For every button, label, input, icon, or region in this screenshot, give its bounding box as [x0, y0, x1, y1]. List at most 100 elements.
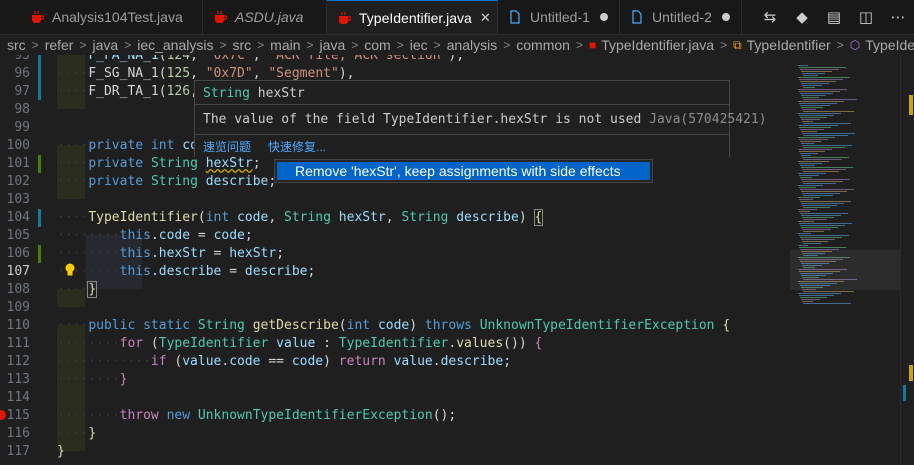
- tab-untitled-1[interactable]: Untitled-1: [498, 0, 620, 34]
- type-name: String: [284, 210, 331, 225]
- string-literal: "ACK file, ACK section": [268, 55, 449, 63]
- keyword: int: [205, 210, 230, 225]
- keyword: private: [88, 156, 144, 171]
- minimap-line: [800, 93, 833, 94]
- method-icon: ⬡: [849, 38, 861, 52]
- minimap-line: [802, 241, 828, 242]
- minimap-line: [800, 189, 854, 190]
- keyword: private: [88, 138, 144, 153]
- minimap-line: [799, 67, 846, 68]
- breadcrumb-item[interactable]: TypeIdentifier: [747, 37, 831, 53]
- code-line: 107 ········this.describe = describe;: [0, 263, 790, 281]
- minimap-line: [800, 129, 824, 130]
- keyword: this: [119, 246, 151, 261]
- minimap-line: [799, 199, 813, 200]
- type-name: TypeIdentifier: [338, 336, 449, 351]
- line-number: 109: [6, 300, 30, 315]
- minimap-line: [799, 127, 831, 128]
- line-number: 102: [6, 174, 30, 189]
- breadcrumb-item[interactable]: main: [270, 37, 300, 53]
- minimap-line: [803, 111, 854, 112]
- quick-fix-link[interactable]: 快速修复...: [268, 138, 326, 155]
- tab-asdu[interactable]: ASDU.java: [203, 0, 327, 34]
- breadcrumb-item[interactable]: java: [93, 37, 119, 53]
- breadcrumb-item[interactable]: iec_analysis: [137, 37, 213, 53]
- preview-icon[interactable]: ▤: [818, 0, 850, 34]
- chevron-right-icon: >: [79, 38, 87, 52]
- minimap-line: [801, 215, 841, 216]
- param-name: describe: [456, 210, 519, 225]
- breadcrumb-item[interactable]: java: [320, 37, 346, 53]
- keyword: private: [88, 174, 144, 189]
- breadcrumb-item[interactable]: iec: [410, 37, 428, 53]
- breadcrumb-item[interactable]: common: [516, 37, 570, 53]
- breadcrumb-item[interactable]: refer: [45, 37, 74, 53]
- minimap-line: [801, 143, 814, 144]
- quick-fix-menu: Remove 'hexStr', keep assignments with s…: [274, 159, 653, 183]
- field-name: hexStr: [158, 246, 206, 261]
- minimap-line: [803, 75, 818, 76]
- minimap-viewport[interactable]: [790, 250, 900, 290]
- breadcrumb-item[interactable]: TypeIdentifier: [865, 37, 914, 53]
- minimap[interactable]: [790, 55, 900, 465]
- minimap-line: [800, 165, 815, 166]
- minimap-line: [798, 65, 808, 66]
- minimap-line: [802, 229, 831, 230]
- minimap-line: [798, 221, 814, 222]
- breadcrumb-item[interactable]: analysis: [447, 37, 498, 53]
- split-editor-icon[interactable]: ◫: [850, 0, 882, 34]
- minimap-line: [801, 71, 832, 72]
- code-line: 108 ····}: [0, 281, 790, 299]
- keyword: this: [119, 264, 151, 279]
- tab-bar: Analysis104Test.java ASDU.java TypeIdent…: [0, 0, 914, 35]
- minimap-line: [799, 175, 819, 176]
- vertical-scrollbar[interactable]: [900, 55, 914, 465]
- peek-problem-link[interactable]: 速览问题: [203, 138, 251, 155]
- minimap-line: [799, 91, 840, 92]
- tab-untitled-2[interactable]: Untitled-2: [620, 0, 742, 34]
- hover-signature: String hexStr: [203, 86, 305, 101]
- enum-constant: F_FA_NA_1: [88, 55, 159, 63]
- param-name: hexStr: [338, 210, 386, 225]
- string-literal: "0x7D": [205, 66, 253, 81]
- chevron-right-icon: >: [503, 38, 511, 52]
- type-name: String: [197, 318, 245, 333]
- lightbulb-icon[interactable]: [64, 263, 76, 277]
- minimap-line: [799, 187, 816, 188]
- code-line: 104 ····TypeIdentifier(int code, String h…: [0, 209, 790, 227]
- git-icon[interactable]: ◆: [786, 0, 818, 34]
- minimap-line: [802, 145, 852, 146]
- minimap-line: [801, 299, 820, 300]
- breadcrumb-item[interactable]: src: [7, 37, 26, 53]
- minimap-line: [803, 219, 827, 220]
- breadcrumb-item[interactable]: src: [232, 37, 251, 53]
- breadcrumb-item[interactable]: TypeIdentifier.java: [601, 37, 714, 53]
- minimap-line: [798, 233, 811, 234]
- breadcrumb-item[interactable]: com: [364, 37, 390, 53]
- hover-tooltip: String hexStr The value of the field Typ…: [194, 80, 767, 157]
- minimap-line: [798, 77, 850, 78]
- editor-actions: ⇆ ◆ ▤ ◫ ⋯: [754, 0, 914, 34]
- signature-name: hexStr: [257, 86, 305, 101]
- minimap-line: [802, 181, 843, 182]
- close-icon[interactable]: ✕: [480, 10, 491, 26]
- compare-icon[interactable]: ⇆: [754, 0, 786, 34]
- line-number: 116: [6, 426, 30, 441]
- divider: [195, 104, 729, 105]
- tab-typeidentifier[interactable]: TypeIdentifier.java ✕: [327, 0, 498, 34]
- minimap-line: [801, 107, 823, 108]
- unsaved-dot-icon[interactable]: [721, 13, 730, 21]
- minimap-line: [802, 193, 840, 194]
- minimap-line: [800, 69, 839, 70]
- quick-fix-remove-hexstr[interactable]: Remove 'hexStr', keep assignments with s…: [277, 162, 650, 180]
- tab-analysis104test[interactable]: Analysis104Test.java: [20, 0, 203, 34]
- minimap-line: [799, 103, 837, 104]
- unsaved-dot-icon[interactable]: [599, 13, 608, 21]
- minimap-line: [799, 211, 810, 212]
- chevron-right-icon: >: [575, 38, 583, 52]
- code-line: 115 ········throw new UnknownTypeIdentifi…: [0, 407, 790, 425]
- unused-field-warning[interactable]: hexStr: [206, 156, 253, 171]
- more-icon[interactable]: ⋯: [882, 0, 914, 34]
- line-number: 111: [6, 336, 30, 351]
- minimap-line: [800, 117, 827, 118]
